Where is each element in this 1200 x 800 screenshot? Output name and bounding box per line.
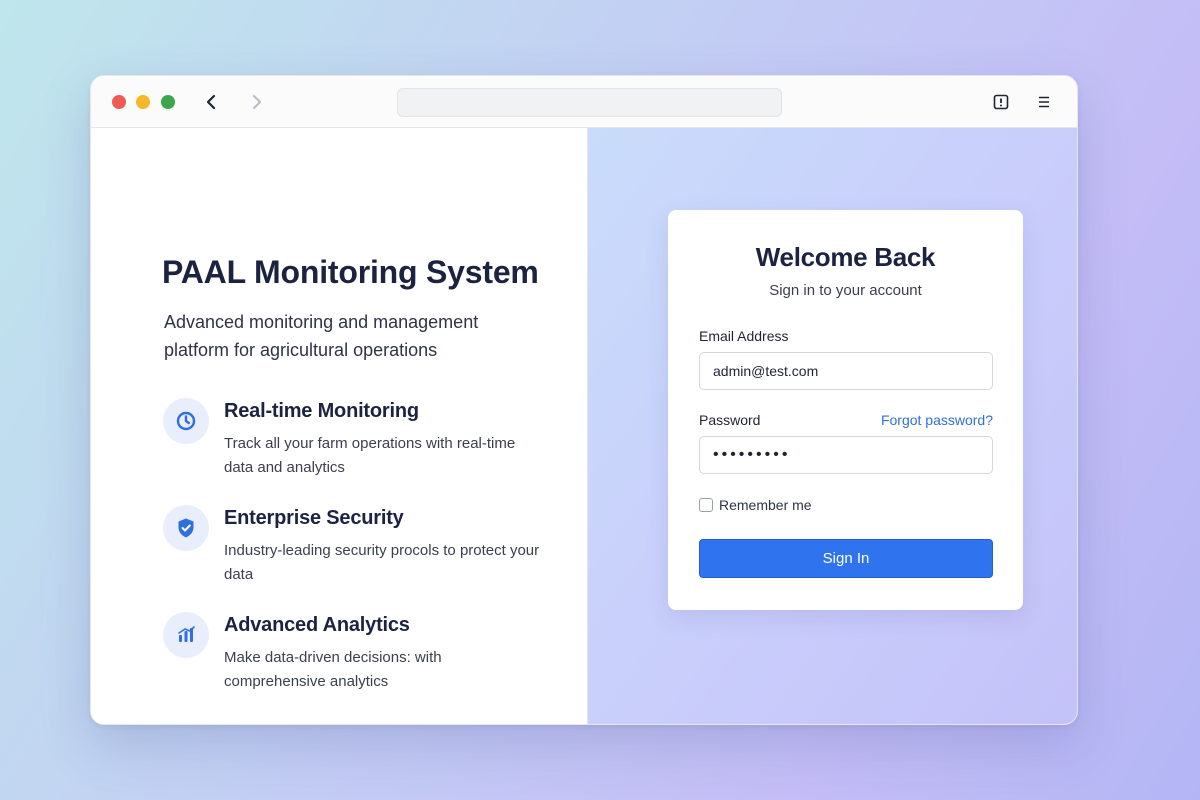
- feature-description: Track all your farm operations with real…: [224, 435, 516, 476]
- bar-chart-icon: [163, 612, 209, 658]
- feature-item: Real-time Monitoring Track all your farm…: [163, 398, 563, 478]
- login-card: Welcome Back Sign in to your account Ema…: [668, 210, 1023, 610]
- feature-item: Advanced Analytics Make data-driven deci…: [163, 612, 563, 692]
- sign-in-button[interactable]: Sign In: [699, 539, 993, 578]
- browser-window: PAAL Monitoring System Advanced monitori…: [90, 75, 1078, 725]
- feature-title: Enterprise Security: [224, 507, 404, 529]
- email-field[interactable]: [699, 352, 993, 390]
- remember-me-option[interactable]: Remember me: [699, 497, 899, 515]
- back-arrow-icon[interactable]: [201, 92, 221, 112]
- remember-me-label: Remember me: [719, 497, 812, 513]
- feature-description: Industry-leading security procols to pro…: [224, 542, 540, 583]
- browser-toolbar: [91, 76, 1077, 128]
- shield-check-icon: [163, 505, 209, 551]
- password-field[interactable]: [699, 436, 993, 474]
- app-subtitle: Advanced monitoring and management platf…: [164, 312, 479, 360]
- login-subtitle: Sign in to your account: [769, 282, 922, 299]
- clock-icon: [163, 398, 209, 444]
- app-title: PAAL Monitoring System: [162, 254, 539, 290]
- feature-item: Enterprise Security Industry-leading sec…: [163, 505, 563, 585]
- close-window-button[interactable]: [112, 95, 126, 109]
- menu-icon[interactable]: [1034, 92, 1054, 112]
- forward-arrow-icon[interactable]: [247, 92, 267, 112]
- login-panel: Welcome Back Sign in to your account Ema…: [587, 128, 1077, 724]
- login-title: Welcome Back: [755, 242, 936, 272]
- feature-title: Real-time Monitoring: [224, 400, 419, 422]
- info-icon[interactable]: [991, 92, 1011, 112]
- email-label: Email Address: [699, 328, 789, 344]
- remember-me-checkbox[interactable]: [699, 498, 713, 512]
- feature-title: Advanced Analytics: [224, 614, 410, 636]
- intro-panel: PAAL Monitoring System Advanced monitori…: [91, 128, 587, 724]
- address-bar[interactable]: [397, 88, 782, 117]
- forgot-password-link[interactable]: Forgot password?: [881, 412, 993, 428]
- feature-description: Make data-driven decisions: with compreh…: [224, 649, 442, 690]
- minimize-window-button[interactable]: [136, 95, 150, 109]
- maximize-window-button[interactable]: [161, 95, 175, 109]
- password-label: Password: [699, 412, 761, 428]
